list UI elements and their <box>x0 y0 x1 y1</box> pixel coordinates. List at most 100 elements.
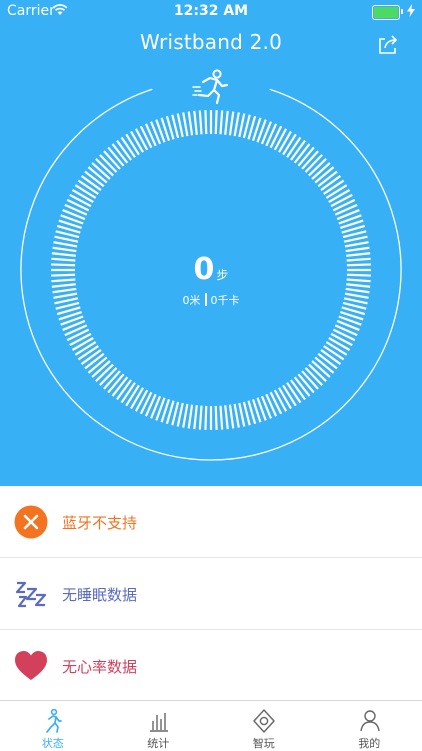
battery-icon <box>372 5 400 20</box>
progress-tick <box>141 392 152 414</box>
progress-tick <box>216 406 217 430</box>
progress-tick <box>194 111 197 135</box>
tab-status[interactable]: 状态 <box>0 701 106 750</box>
list-item-label: 蓝牙不支持 <box>62 512 137 533</box>
tab-profile[interactable]: 我的 <box>317 701 422 750</box>
progress-tick <box>333 330 355 341</box>
charging-icon <box>407 4 415 17</box>
steps-value: 0 <box>194 252 215 287</box>
progress-tick <box>230 405 233 429</box>
progress-tick <box>271 392 282 414</box>
progress-tick <box>331 334 352 345</box>
progress-tick <box>189 405 192 429</box>
status-bar: Carrier 12:32 AM <box>0 0 422 24</box>
list-item-sleep[interactable]: 无睡眠数据 <box>0 558 422 630</box>
page-title: Wristband 2.0 <box>0 30 422 54</box>
tab-statistics[interactable]: 统计 <box>106 701 212 750</box>
tab-label: 智玩 <box>211 735 317 751</box>
progress-tick <box>279 131 291 152</box>
progress-tick <box>72 190 93 202</box>
progress-tick <box>344 237 367 242</box>
progress-tick <box>70 334 91 345</box>
progress-tick <box>326 342 346 355</box>
progress-tick <box>329 190 350 202</box>
bluetooth-off-icon <box>14 505 48 539</box>
progress-tick <box>136 390 147 411</box>
progress-tick <box>131 131 143 152</box>
progress-tick <box>183 404 187 428</box>
progress-tick <box>126 134 139 154</box>
progress-tick <box>230 112 233 136</box>
tab-label: 我的 <box>317 735 422 751</box>
progress-tick <box>200 406 202 430</box>
progress-tick <box>141 126 152 148</box>
progress-tick <box>329 338 350 350</box>
progress-tick <box>200 110 202 134</box>
distance-value: 0米 <box>183 294 201 307</box>
progress-tick <box>53 248 77 251</box>
list-item-label: 无睡眠数据 <box>62 584 137 605</box>
progress-tick <box>75 185 95 198</box>
progress-tick <box>178 114 183 137</box>
progress-tick <box>205 406 206 430</box>
list-item-bluetooth[interactable]: 蓝牙不支持 <box>0 486 422 558</box>
progress-tick <box>220 406 222 430</box>
tab-label: 统计 <box>106 735 212 751</box>
progress-tick <box>271 126 282 148</box>
progress-tick <box>279 388 291 409</box>
calories-value: 0千卡 <box>211 294 240 307</box>
steps-unit: 步 <box>216 268 228 282</box>
progress-tick <box>239 114 244 137</box>
progress-tick <box>235 112 239 136</box>
progress-tick <box>235 404 239 428</box>
bar-chart-icon <box>148 709 170 733</box>
progress-tick <box>220 110 222 134</box>
progress-tick <box>225 405 228 429</box>
walk-icon <box>42 709 64 733</box>
tab-smart-play[interactable]: 智玩 <box>211 701 317 750</box>
progress-tick <box>283 134 296 154</box>
progress-tick <box>216 110 217 134</box>
tab-label: 状态 <box>0 735 106 751</box>
clock-time: 12:32 AM <box>0 3 422 19</box>
progress-tick <box>136 129 147 150</box>
progress-tick <box>131 388 143 409</box>
list-item-heart-rate[interactable]: 无心率数据 <box>0 630 422 702</box>
metric-divider <box>205 293 207 306</box>
list-item-label: 无心率数据 <box>62 656 137 677</box>
progress-tick <box>70 195 91 206</box>
progress-tick <box>183 112 187 136</box>
progress-tick <box>326 185 346 198</box>
progress-tick <box>55 237 78 242</box>
progress-tick <box>275 390 286 411</box>
progress-tick <box>189 112 192 136</box>
progress-tick <box>75 342 95 355</box>
activity-header: Carrier 12:32 AM Wristband 2.0 0步 <box>0 0 422 486</box>
progress-tick <box>67 330 89 341</box>
sleep-icon <box>14 577 48 611</box>
progress-tick <box>239 403 244 426</box>
progress-tick <box>194 405 197 429</box>
progress-tick <box>126 385 139 405</box>
health-status-list: 蓝牙不支持 无睡眠数据 无心率数据 <box>0 486 422 702</box>
progress-tick <box>275 129 286 150</box>
tab-bar: 状态 统计 智玩 我的 <box>0 700 422 750</box>
profile-icon <box>359 709 381 733</box>
progress-tick <box>72 338 93 350</box>
progress-tick <box>53 242 77 246</box>
diamond-icon <box>253 709 275 733</box>
progress-tick <box>331 195 352 206</box>
progress-tick <box>225 111 228 135</box>
sub-metrics: 0米 0千卡 <box>0 292 422 308</box>
progress-tick <box>67 200 89 211</box>
progress-tick <box>333 200 355 211</box>
heart-icon <box>14 649 48 683</box>
progress-tick <box>178 403 183 426</box>
share-icon[interactable] <box>377 33 399 55</box>
step-count: 0步 <box>0 252 422 287</box>
runner-icon <box>191 68 231 108</box>
progress-tick <box>283 385 296 405</box>
progress-tick <box>346 248 370 251</box>
progress-tick <box>205 110 206 134</box>
progress-tick <box>345 242 369 246</box>
